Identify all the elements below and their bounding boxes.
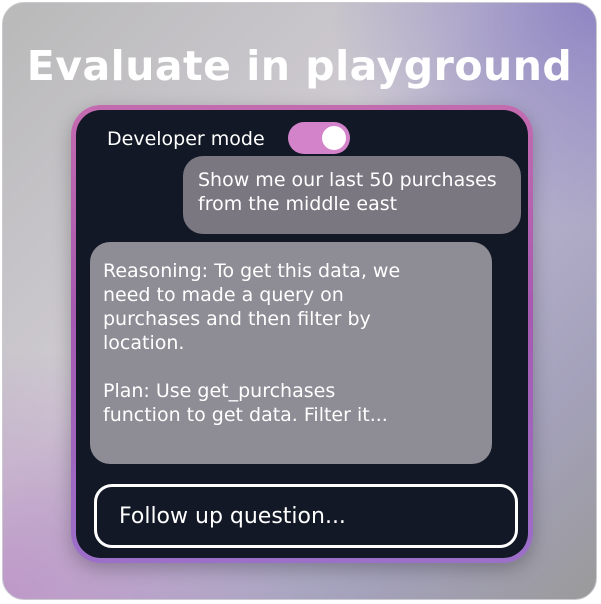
promo-card: Evaluate in playground Developer mode Sh… [2, 2, 597, 600]
user-message-line: from the middle east [198, 193, 398, 215]
follow-up-input[interactable]: Follow up question... [94, 484, 518, 548]
plan-text: Plan: Use get_purchases function to get … [103, 379, 480, 427]
reasoning-line: location. [103, 332, 185, 354]
reasoning-text: Reasoning: To get this data, we need to … [103, 259, 480, 355]
reasoning-line: need to made a query on [103, 284, 344, 306]
developer-mode-toggle[interactable] [288, 122, 350, 154]
reasoning-line: purchases and then filter by [103, 308, 371, 330]
user-message-bubble: Show me our last 50 purchases from the m… [183, 156, 521, 234]
playground-screen: Developer mode Show me our last 50 purch… [76, 110, 528, 558]
toggle-knob [322, 126, 346, 150]
plan-line: function to get data. Filter it... [103, 404, 388, 426]
follow-up-placeholder: Follow up question... [119, 503, 346, 529]
reasoning-line: Reasoning: To get this data, we [103, 260, 401, 282]
page-title: Evaluate in playground [26, 42, 573, 90]
playground-frame: Developer mode Show me our last 50 purch… [71, 105, 533, 563]
developer-mode-label: Developer mode [107, 128, 265, 150]
assistant-message-bubble: Reasoning: To get this data, we need to … [90, 242, 492, 464]
plan-line: Plan: Use get_purchases [103, 380, 336, 402]
user-message-line: Show me our last 50 purchases [198, 169, 497, 191]
